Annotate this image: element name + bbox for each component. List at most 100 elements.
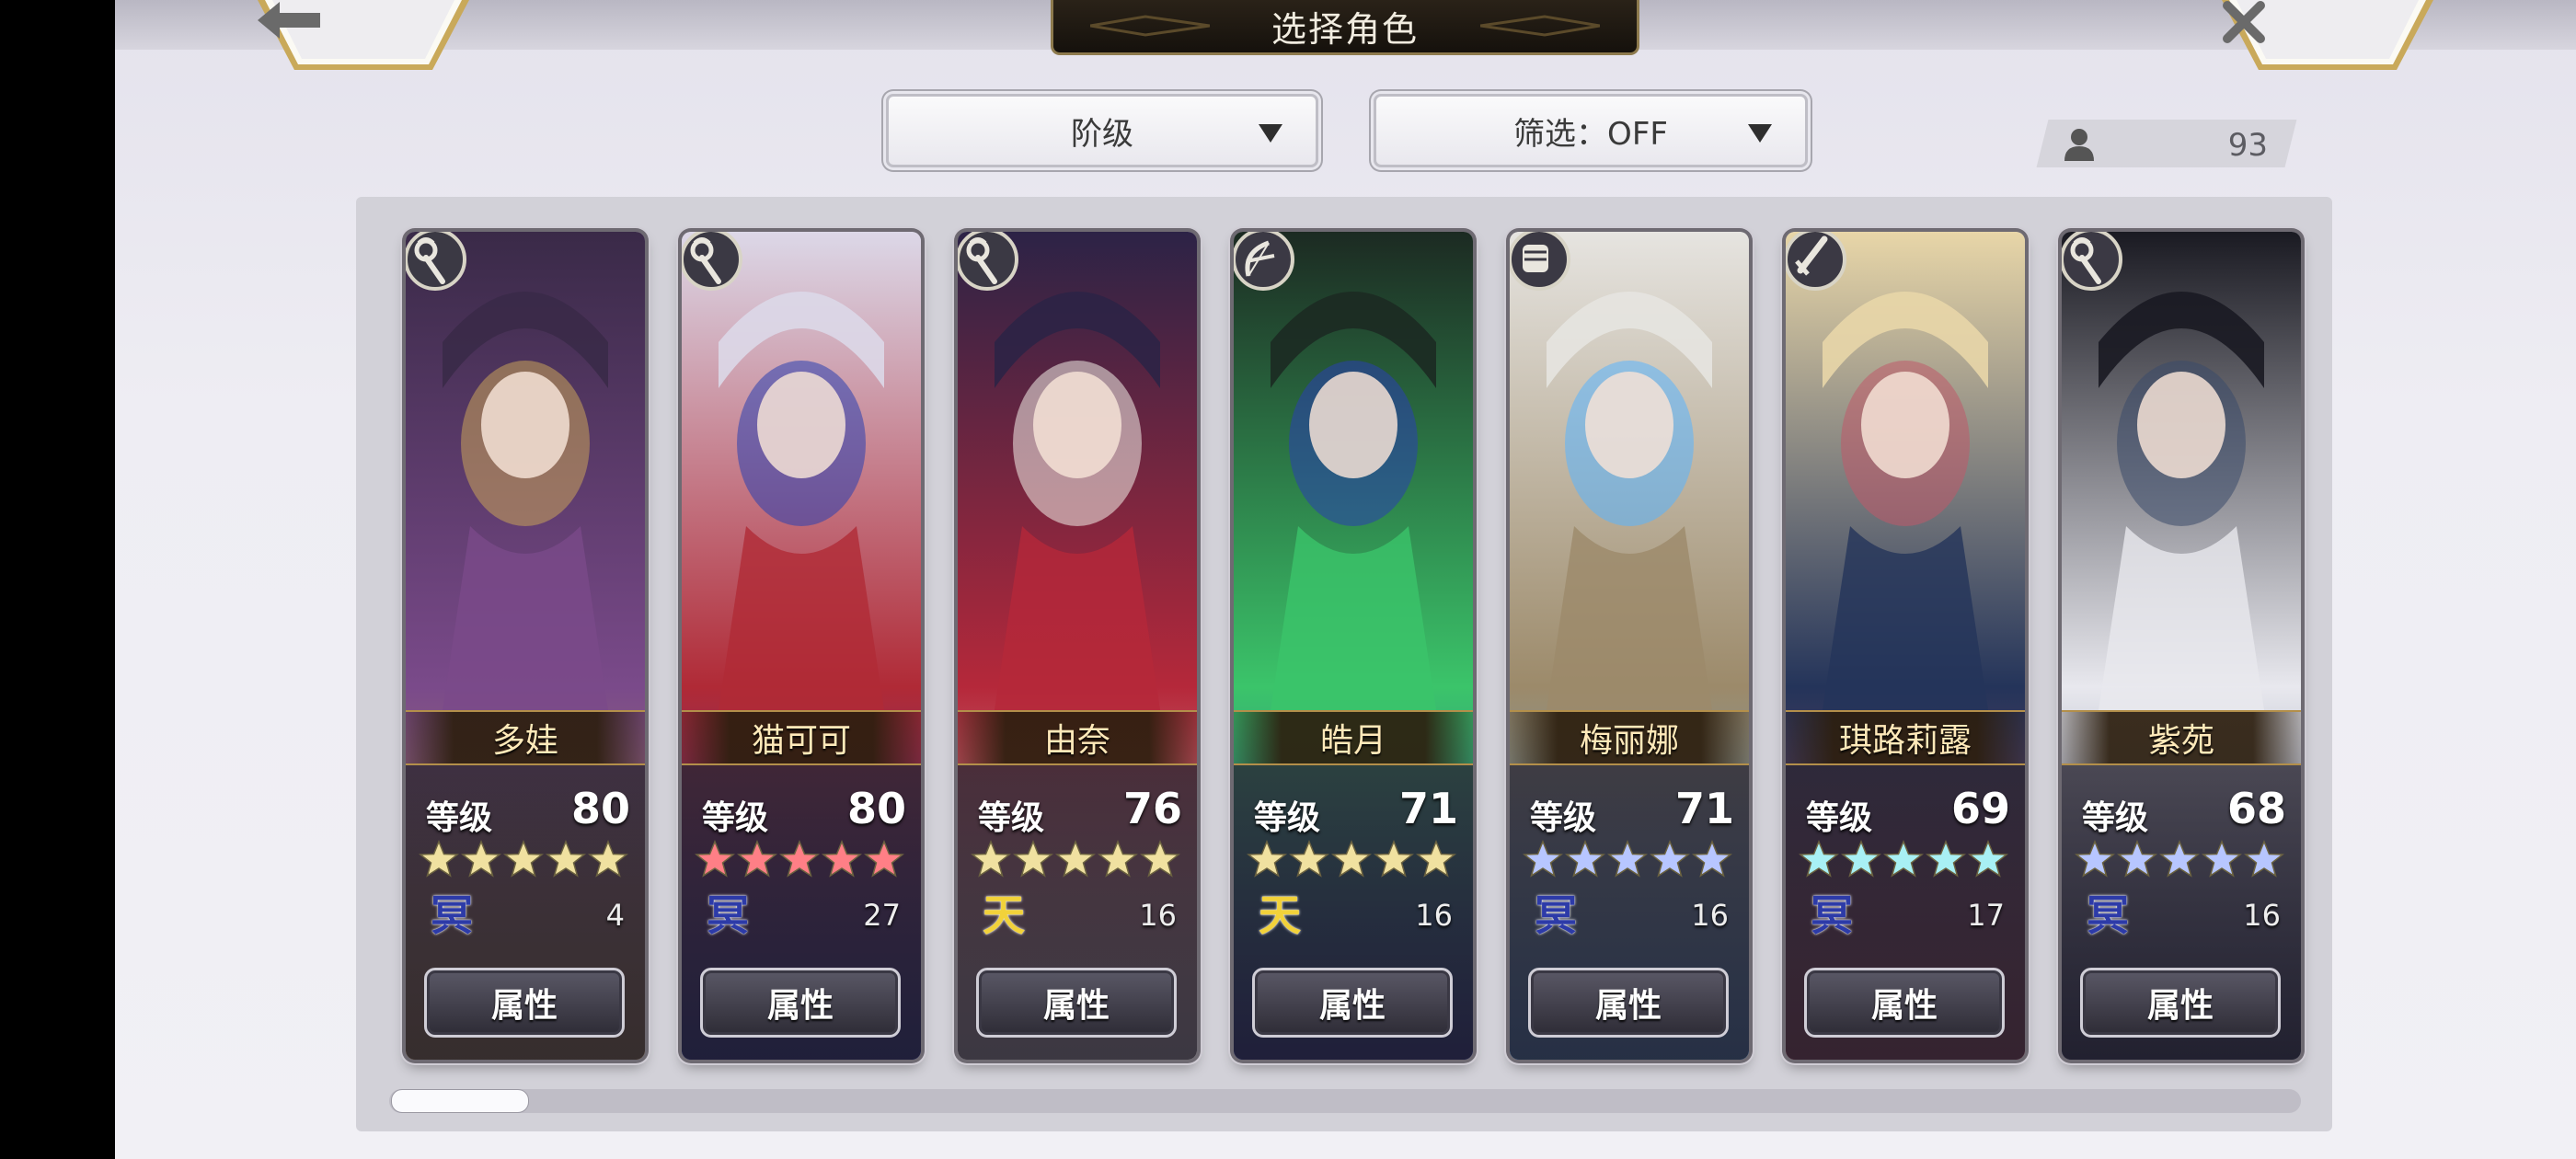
star-icon xyxy=(1140,840,1180,878)
character-name: 皓月 xyxy=(1319,722,1386,760)
element-glyph: 冥 xyxy=(1811,890,1853,940)
level-value: 76 xyxy=(1122,784,1182,833)
level-label: 等级 xyxy=(702,799,769,837)
character-name: 琪路莉露 xyxy=(1838,722,1972,760)
star-icon xyxy=(971,840,1011,878)
star-icon xyxy=(588,840,628,878)
level-label: 等级 xyxy=(2082,799,2149,837)
star-icon xyxy=(1247,840,1287,878)
element-glyph: 冥 xyxy=(431,890,473,940)
star-icon xyxy=(695,840,735,878)
back-button[interactable] xyxy=(258,0,469,74)
title-plate: 选择角色 xyxy=(1051,0,1639,55)
character-count-value: 16 xyxy=(1139,898,1177,933)
star-icon xyxy=(1968,840,2008,878)
element-badge: 天 xyxy=(1254,887,1305,940)
character-name-band: 琪路莉露 xyxy=(1786,710,2025,765)
staff-icon xyxy=(682,232,742,291)
star-icon xyxy=(864,840,904,878)
star-icon xyxy=(1799,840,1839,878)
rarity-stars xyxy=(2075,839,2295,879)
close-icon xyxy=(2222,0,2433,66)
level-value: 80 xyxy=(570,784,630,833)
character-name-band: 多娃 xyxy=(406,710,645,765)
title-ornament-right xyxy=(1480,15,1600,37)
attribute-button[interactable]: 属性 xyxy=(1804,968,2005,1038)
character-name: 猫可可 xyxy=(751,722,851,760)
star-icon xyxy=(1098,840,1138,878)
title-ornament-left xyxy=(1090,15,1210,37)
character-card[interactable]: 紫苑 等级 68 冥 16 属性 xyxy=(2062,232,2301,1060)
level-label: 等级 xyxy=(1530,799,1597,837)
attribute-button[interactable]: 属性 xyxy=(700,968,901,1038)
level-value: 71 xyxy=(1674,784,1734,833)
element-badge: 冥 xyxy=(1530,887,1581,940)
star-icon xyxy=(822,840,862,878)
character-count-value: 27 xyxy=(863,898,901,933)
star-icon xyxy=(1013,840,1053,878)
star-icon xyxy=(779,840,820,878)
character-count-value: 16 xyxy=(1691,898,1729,933)
character-card[interactable]: 由奈 等级 76 天 16 属性 xyxy=(958,232,1197,1060)
rarity-stars xyxy=(1523,839,1743,879)
character-count: 93 xyxy=(2227,127,2268,164)
character-name-band: 紫苑 xyxy=(2062,710,2301,765)
level-value: 71 xyxy=(1398,784,1458,833)
star-icon xyxy=(1565,840,1605,878)
star-icon xyxy=(419,840,459,878)
star-icon xyxy=(1692,840,1732,878)
character-name: 多娃 xyxy=(491,722,558,760)
scrollbar-thumb[interactable] xyxy=(391,1089,529,1113)
character-card[interactable]: 琪路莉露 等级 69 冥 17 属性 xyxy=(1786,232,2025,1060)
rarity-stars xyxy=(1247,839,1467,879)
character-count-value: 16 xyxy=(2243,898,2281,933)
character-count-value: 4 xyxy=(605,898,625,933)
character-name-band: 梅丽娜 xyxy=(1510,710,1749,765)
star-icon xyxy=(1289,840,1329,878)
star-icon xyxy=(1331,840,1372,878)
character-name-band: 由奈 xyxy=(958,710,1197,765)
attribute-button[interactable]: 属性 xyxy=(976,968,1177,1038)
attribute-button[interactable]: 属性 xyxy=(1528,968,1729,1038)
filter-dropdown[interactable]: 筛选：OFF xyxy=(1374,94,1808,167)
star-icon xyxy=(1523,840,1563,878)
star-icon xyxy=(737,840,777,878)
character-card[interactable]: 皓月 等级 71 天 16 属性 xyxy=(1234,232,1473,1060)
gauntlet-icon xyxy=(1510,232,1570,291)
star-icon xyxy=(1841,840,1881,878)
person-icon xyxy=(2064,129,2094,161)
close-button[interactable] xyxy=(2222,0,2433,74)
horizontal-scrollbar[interactable] xyxy=(389,1089,2301,1113)
level-value: 69 xyxy=(1950,784,2010,833)
character-name: 由奈 xyxy=(1043,722,1110,760)
character-select-screen: 选择角色 阶级 筛选：OFF 93 多娃 等级 80 冥 4 属性 猫可可 等级… xyxy=(115,0,2576,1159)
attribute-button[interactable]: 属性 xyxy=(1252,968,1453,1038)
star-icon xyxy=(461,840,501,878)
level-value: 68 xyxy=(2226,784,2286,833)
back-arrow-icon xyxy=(258,0,469,66)
star-icon xyxy=(1650,840,1690,878)
left-black-bar xyxy=(0,0,115,1159)
element-badge: 天 xyxy=(978,887,1029,940)
element-badge: 冥 xyxy=(2082,887,2133,940)
sort-dropdown[interactable]: 阶级 xyxy=(886,94,1318,167)
element-glyph: 天 xyxy=(1259,890,1301,940)
star-icon xyxy=(1416,840,1456,878)
star-icon xyxy=(2075,840,2115,878)
element-badge: 冥 xyxy=(702,887,753,940)
character-card[interactable]: 多娃 等级 80 冥 4 属性 xyxy=(406,232,645,1060)
level-label: 等级 xyxy=(978,799,1045,837)
attribute-button[interactable]: 属性 xyxy=(424,968,625,1038)
star-icon xyxy=(546,840,586,878)
character-card[interactable]: 猫可可 等级 80 冥 27 属性 xyxy=(682,232,921,1060)
chevron-down-icon xyxy=(1259,124,1282,143)
element-badge: 冥 xyxy=(426,887,477,940)
character-count-value: 17 xyxy=(1967,898,2005,933)
star-icon xyxy=(1055,840,1096,878)
bow-icon xyxy=(1234,232,1294,291)
element-glyph: 天 xyxy=(983,890,1025,940)
attribute-button[interactable]: 属性 xyxy=(2080,968,2281,1038)
character-card[interactable]: 梅丽娜 等级 71 冥 16 属性 xyxy=(1510,232,1749,1060)
star-icon xyxy=(1926,840,1966,878)
staff-icon xyxy=(2062,232,2122,291)
